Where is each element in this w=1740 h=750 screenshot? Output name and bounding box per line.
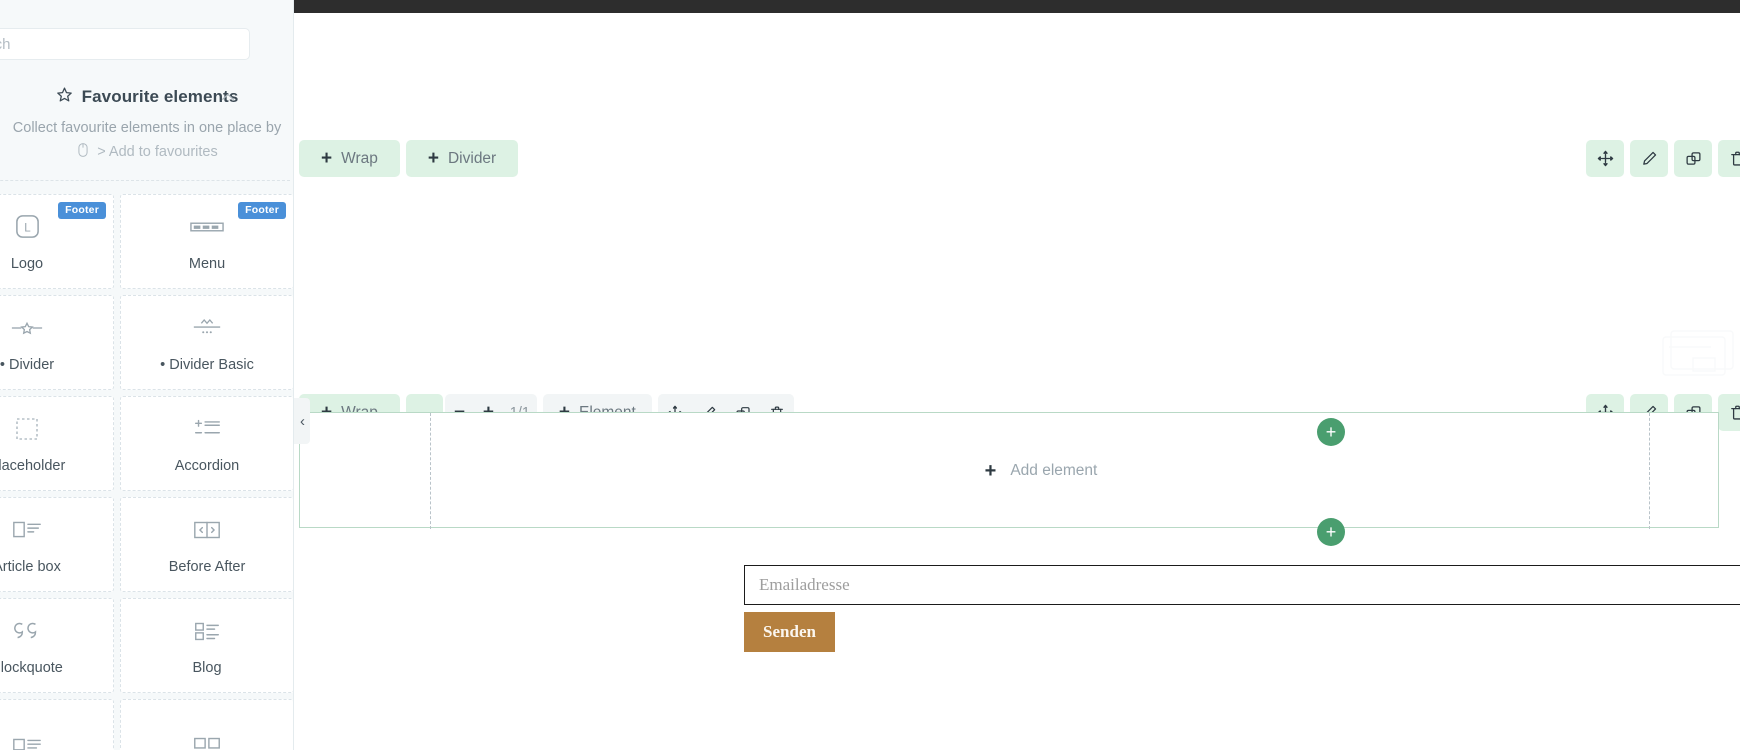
element-card-gallery[interactable] — [120, 699, 293, 750]
mouse-click-icon — [76, 142, 90, 162]
card-label: Accordion — [174, 457, 240, 474]
plus-icon: + — [984, 460, 997, 482]
element-card-grid: Footer L Logo Footer Menu • Divider • Di… — [0, 194, 293, 750]
add-wrap-label: Wrap — [341, 149, 378, 167]
canvas-top-bar — [294, 0, 1740, 13]
element-card-divider[interactable]: • Divider — [0, 295, 114, 390]
trash-icon[interactable] — [1718, 140, 1740, 177]
article-box-icon — [10, 515, 44, 545]
divider-basic-icon — [190, 313, 224, 343]
add-to-favourites-row[interactable]: > Add to favourites — [0, 142, 293, 162]
add-element-dropzone-label: Add element — [1010, 462, 1098, 479]
card-label: Article box — [0, 558, 61, 575]
insert-section-below-button[interactable]: + — [1317, 518, 1345, 546]
favourite-elements-header[interactable]: Favourite elements — [0, 82, 293, 112]
move-icon[interactable] — [1586, 140, 1624, 177]
section-column[interactable]: + Add element — [430, 413, 1650, 529]
card-label: • Divider — [0, 356, 55, 373]
credit-card-watermark — [1649, 325, 1740, 380]
card-badge: Footer — [58, 202, 106, 219]
element-card-blog[interactable]: Blog — [120, 598, 293, 693]
send-button[interactable]: Senden — [744, 612, 835, 652]
element-card-accordion[interactable]: Accordion — [120, 396, 293, 491]
plus-icon: + — [427, 148, 439, 169]
duplicate-icon[interactable] — [1674, 140, 1712, 177]
edit-pencil-icon[interactable] — [1630, 140, 1668, 177]
menu-bar-icon — [190, 212, 224, 242]
search-input[interactable] — [0, 28, 250, 60]
divider-star-icon — [10, 313, 44, 343]
card-label: Placeholder — [0, 457, 66, 474]
card-label: Before After — [168, 558, 246, 575]
element-card-before-after[interactable]: Before After — [120, 497, 293, 592]
card-label: Blog — [192, 659, 222, 676]
before-after-icon — [190, 515, 224, 545]
card-label: Menu — [188, 255, 226, 272]
element-card-divider-basic[interactable]: • Divider Basic — [120, 295, 293, 390]
elements-sidebar: Favourite elements Collect favourite ele… — [0, 0, 294, 750]
add-divider-button[interactable]: + Divider — [405, 140, 519, 177]
block-toolbar-top: + Wrap + Divider — [299, 140, 519, 177]
logo-icon: L — [10, 212, 44, 242]
element-card-placeholder[interactable]: Placeholder — [0, 396, 114, 491]
element-card-media-text[interactable] — [0, 699, 114, 750]
placeholder-square-icon — [10, 414, 44, 444]
block-actions-top — [1586, 140, 1740, 177]
app-root: Favourite elements Collect favourite ele… — [0, 0, 1740, 750]
add-wrap-button[interactable]: + Wrap — [299, 140, 400, 177]
card-label: Blockquote — [0, 659, 63, 676]
element-card-menu[interactable]: Footer Menu — [120, 194, 293, 289]
collapse-sidebar-toggle[interactable]: ‹ — [294, 398, 310, 444]
email-input[interactable] — [744, 565, 1740, 605]
element-card-logo[interactable]: Footer L Logo — [0, 194, 114, 289]
gallery-icon — [190, 732, 224, 750]
accordion-icon — [190, 414, 224, 444]
element-card-blockquote[interactable]: Blockquote — [0, 598, 114, 693]
add-divider-label: Divider — [447, 149, 497, 167]
blog-list-icon — [190, 616, 224, 646]
media-text-icon — [10, 732, 44, 750]
sidebar-divider — [0, 180, 290, 181]
card-label: • Divider Basic — [160, 356, 254, 373]
card-badge: Footer — [238, 202, 286, 219]
element-card-article-box[interactable]: Article box — [0, 497, 114, 592]
add-element-dropzone[interactable]: + Add element — [431, 413, 1651, 529]
svg-text:L: L — [24, 222, 31, 234]
insert-section-above-button[interactable]: + — [1317, 418, 1345, 446]
plus-icon: + — [321, 148, 333, 169]
search-field-wrapper — [0, 28, 250, 60]
favourite-elements-title: Favourite elements — [81, 87, 239, 106]
trash-icon[interactable] — [1718, 394, 1740, 431]
add-to-favourites-label: > Add to favourites — [97, 144, 218, 160]
quote-icon — [10, 616, 44, 646]
star-icon — [56, 86, 73, 108]
favourites-description: Collect favourite elements in one place … — [12, 120, 282, 136]
page-canvas: + Wrap + Divider ‹ + Add element + + Ema… — [294, 0, 1740, 750]
card-label: Logo — [10, 255, 44, 272]
chevron-up-icon[interactable] — [219, 88, 237, 106]
section-container[interactable]: + Add element — [299, 412, 1719, 529]
